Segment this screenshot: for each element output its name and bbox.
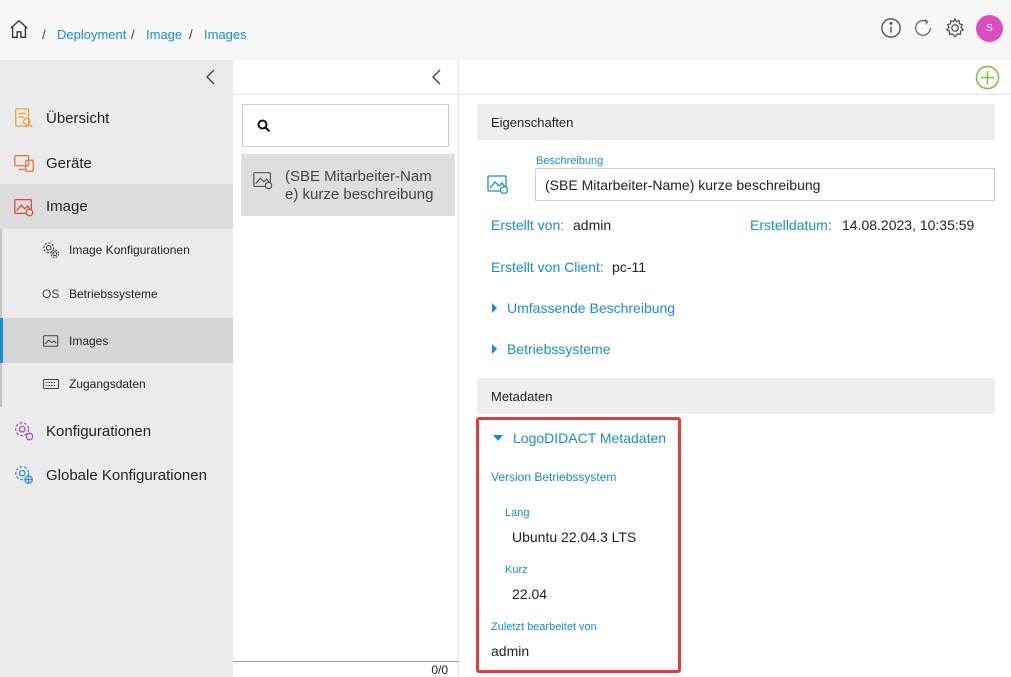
image-small-icon xyxy=(42,334,59,347)
sidebar-item-label: Images xyxy=(69,333,109,348)
created-date-label: Erstelldatum: xyxy=(750,217,832,233)
detail-pane: Eigenschaften Beschreibung Erstellt von:… xyxy=(459,60,1011,677)
image-icon xyxy=(14,198,34,216)
properties-section-header: Eigenschaften xyxy=(477,104,995,140)
sidebar-item-betriebssysteme[interactable]: OS Betriebssysteme xyxy=(0,273,233,315)
overview-icon xyxy=(15,108,33,128)
short-label: Kurz xyxy=(505,564,528,576)
sidebar-item-label: Globale Konfigurationen xyxy=(46,466,207,484)
sidebar: Übersicht Geräte Image Image Konfigurati… xyxy=(0,60,233,677)
top-bar: / Deployment / Image / Images S xyxy=(0,0,1011,60)
sidebar-item-label: Zugangsdaten xyxy=(69,377,146,391)
expander-umfassende-beschreibung[interactable]: Umfassende Beschreibung xyxy=(492,300,675,316)
divider xyxy=(233,94,459,95)
last-edited-label: Zuletzt bearbeitet von xyxy=(491,621,597,633)
list-item-label: (SBE Mitarbeiter-Name) kurze beschreibun… xyxy=(285,168,434,203)
created-client-value: pc-11 xyxy=(612,259,646,275)
sidebar-item-uebersicht[interactable]: Übersicht xyxy=(0,97,233,139)
chevron-right-icon xyxy=(492,344,497,354)
devices-icon xyxy=(14,155,34,172)
description-label: Beschreibung xyxy=(536,155,604,167)
list-count: 0/0 xyxy=(431,663,448,677)
sidebar-item-image-konfigurationen[interactable]: Image Konfigurationen xyxy=(0,229,233,271)
breadcrumb-separator: / xyxy=(189,27,193,42)
description-field[interactable] xyxy=(535,168,995,201)
breadcrumb-separator: / xyxy=(42,27,46,42)
sidebar-item-label: Geräte xyxy=(46,154,92,172)
sidebar-item-label: Übersicht xyxy=(46,109,110,127)
sidebar-item-label: Image Konfigurationen xyxy=(69,243,190,257)
sidebar-collapse-icon[interactable] xyxy=(203,68,217,86)
search-input[interactable] xyxy=(277,113,437,139)
list-item[interactable]: (SBE Mitarbeiter-Name) kurze beschreibun… xyxy=(241,154,455,216)
os-icon: OS xyxy=(42,287,60,301)
search-box[interactable] xyxy=(242,104,449,147)
header-actions: S xyxy=(880,14,1003,42)
expander-label: Betriebssysteme xyxy=(507,341,611,357)
sidebar-item-geraete[interactable]: Geräte xyxy=(0,142,233,184)
gear-icon[interactable] xyxy=(944,17,966,39)
chevron-down-icon xyxy=(493,435,503,441)
section-title: Eigenschaften xyxy=(491,115,574,130)
gears-icon xyxy=(43,242,60,259)
os-version-label: Version Betriebssystem xyxy=(491,470,617,484)
expander-betriebssysteme[interactable]: Betriebssysteme xyxy=(492,341,610,357)
refresh-icon[interactable] xyxy=(912,17,934,39)
created-client-label: Erstellt von Client: xyxy=(491,259,604,275)
long-label: Lang xyxy=(505,507,530,519)
expander-label: Umfassende Beschreibung xyxy=(507,300,676,316)
sidebar-item-label: Konfigurationen xyxy=(46,422,152,440)
breadcrumb-image[interactable]: Image xyxy=(146,27,182,42)
expander-logodidact-metadaten[interactable]: LogoDIDACT Metadaten xyxy=(493,430,666,446)
avatar[interactable]: S xyxy=(976,14,1003,42)
created-by-label: Erstellt von: xyxy=(491,217,565,233)
sidebar-item-label: Image xyxy=(46,198,88,215)
sidebar-item-images[interactable]: Images xyxy=(0,318,233,363)
home-icon[interactable] xyxy=(8,18,30,40)
breadcrumb-images[interactable]: Images xyxy=(204,27,247,42)
sidebar-item-globale-konfigurationen[interactable]: Globale Konfigurationen xyxy=(0,454,233,496)
metadata-section-header: Metadaten xyxy=(477,378,995,414)
sidebar-item-zugangsdaten[interactable]: Zugangsdaten xyxy=(0,363,233,405)
short-value: 22.04 xyxy=(512,586,548,602)
image-icon xyxy=(253,172,273,190)
global-config-icon xyxy=(15,466,33,484)
chevron-right-icon xyxy=(492,303,497,313)
keyboard-icon xyxy=(42,378,60,390)
sidebar-item-label: Betriebssysteme xyxy=(69,287,158,301)
sidebar-item-konfigurationen[interactable]: Konfigurationen xyxy=(0,410,233,452)
config-icon xyxy=(15,422,34,441)
created-by-value: admin xyxy=(573,217,612,233)
section-title: Metadaten xyxy=(491,389,553,404)
list-pane: (SBE Mitarbeiter-Name) kurze beschreibun… xyxy=(233,60,459,677)
divider xyxy=(233,661,459,662)
breadcrumb-deployment[interactable]: Deployment xyxy=(57,27,126,42)
sidebar-item-image[interactable]: Image xyxy=(0,184,233,229)
expander-label: LogoDIDACT Metadaten xyxy=(513,430,667,446)
list-collapse-icon[interactable] xyxy=(429,68,443,86)
info-icon[interactable] xyxy=(880,17,902,39)
divider xyxy=(459,94,1011,95)
image-icon xyxy=(487,175,509,195)
last-edited-value: admin xyxy=(491,643,530,659)
search-icon xyxy=(257,119,271,133)
created-date-value: 14.08.2023, 10:35:59 xyxy=(842,217,975,233)
highlight-box xyxy=(476,417,681,673)
long-value: Ubuntu 22.04.3 LTS xyxy=(512,529,637,545)
breadcrumb-separator: / xyxy=(131,27,135,42)
add-icon[interactable] xyxy=(975,65,1000,90)
